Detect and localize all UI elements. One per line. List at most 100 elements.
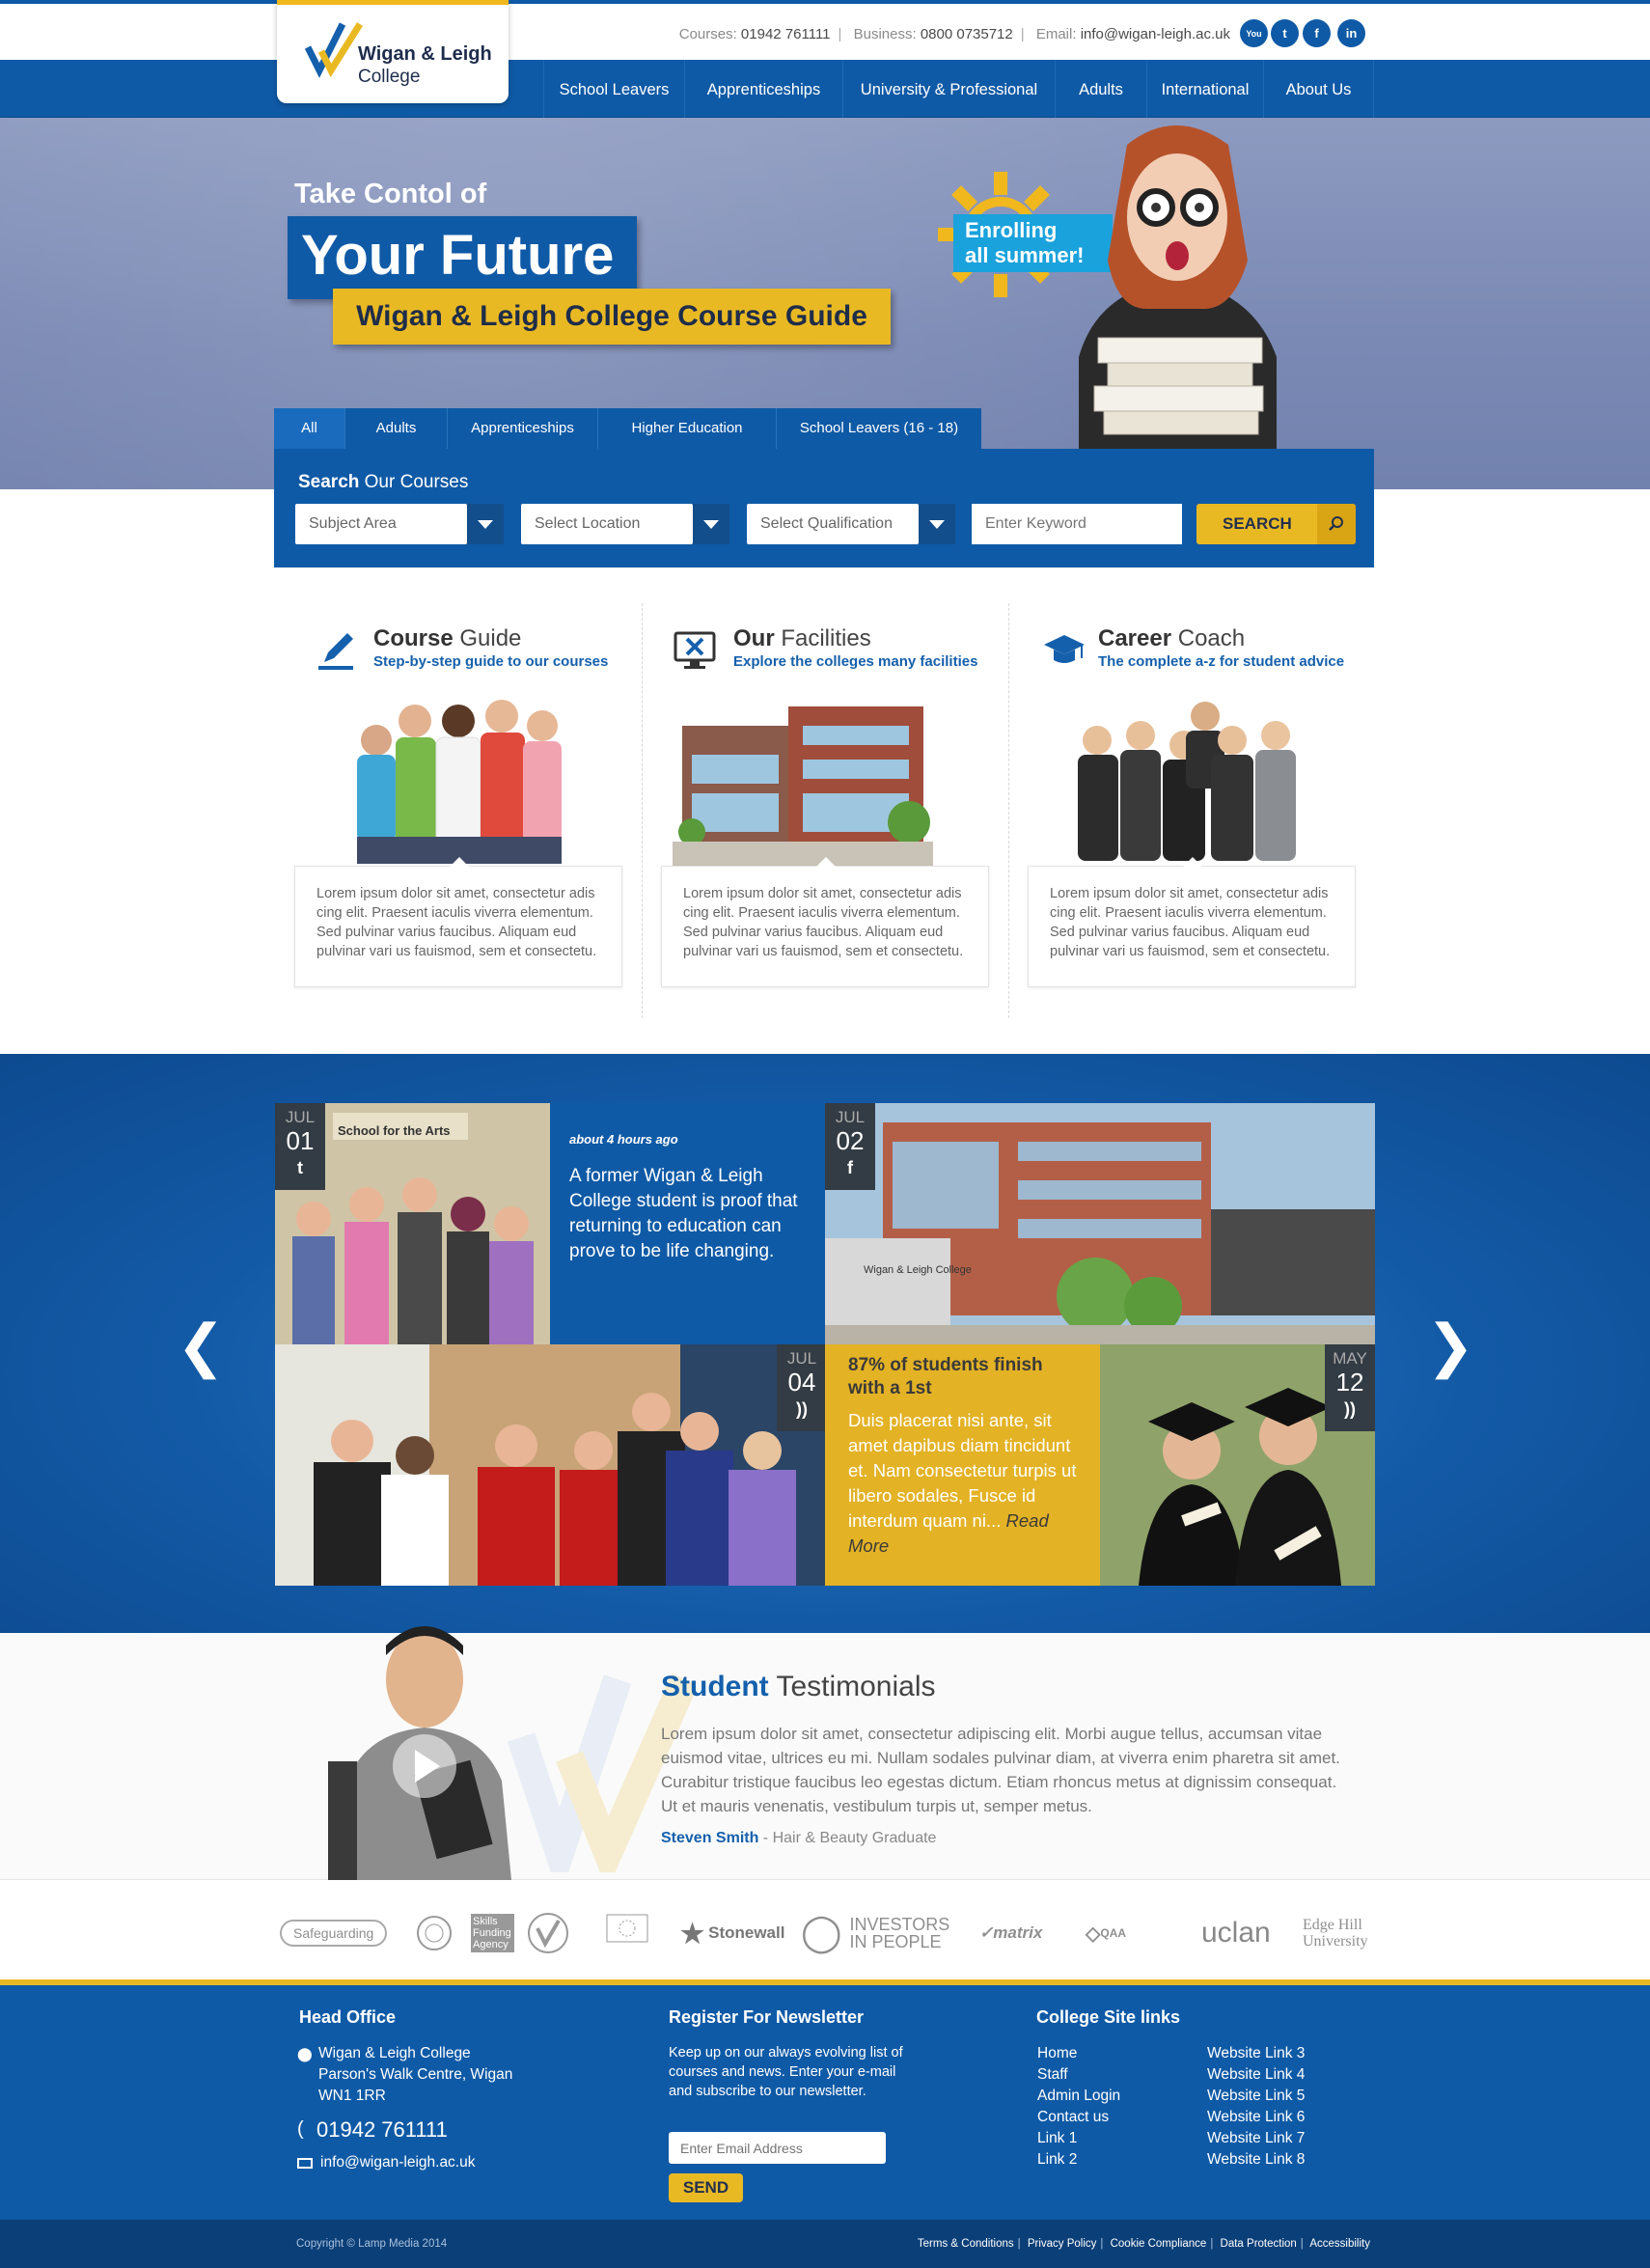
tab-all[interactable]: All [274, 408, 345, 449]
nav-university-professional[interactable]: University & Professional [842, 60, 1055, 118]
logo-line2: College [358, 67, 421, 87]
footer-website-link-4[interactable]: Website Link 4 [1207, 2064, 1305, 2086]
testimonial-text: Lorem ipsum dolor sit amet, consectetur … [661, 1725, 1340, 1815]
data-protection-link[interactable]: Data Protection [1221, 2238, 1297, 2250]
nav-apprenticeships[interactable]: Apprenticeships [684, 60, 842, 118]
footer-link-staff[interactable]: Staff [1037, 2064, 1120, 2086]
courses-label: Courses: [678, 26, 737, 42]
carousel-next-arrow-icon[interactable]: ❯ [1426, 1313, 1474, 1380]
feature-text-box: Lorem ipsum dolor sit amet, consectetur … [661, 857, 989, 987]
privacy-link[interactable]: Privacy Policy [1028, 2238, 1097, 2250]
facebook-icon[interactable]: f [1303, 19, 1331, 47]
feature-subtitle: Explore the colleges many facilities [733, 653, 978, 670]
check-icon: ✓ [979, 1923, 994, 1942]
newsletter-email-input[interactable] [669, 2132, 886, 2164]
envelope-icon [297, 2158, 313, 2169]
feature-subtitle: Step-by-step guide to our courses [373, 653, 609, 670]
email-label: Email: [1035, 26, 1077, 42]
newsletter-send-button[interactable]: SEND [669, 2173, 743, 2202]
student-with-books-image [1079, 125, 1277, 449]
testimonials-title: Student Testimonials [661, 1671, 936, 1702]
monitor-tools-icon [674, 631, 716, 669]
tweet-text: A former Wigan & Leigh College student i… [569, 1166, 798, 1261]
linkedin-icon[interactable]: in [1337, 19, 1365, 47]
hero-headline: Your Future [288, 216, 637, 299]
partner-logo-uclan[interactable]: uclan [1201, 1914, 1279, 1952]
terms-link[interactable]: Terms & Conditions [918, 2238, 1014, 2250]
business-phone[interactable]: 0800 0735712 [921, 26, 1013, 42]
search-button[interactable]: SEARCH [1196, 504, 1356, 544]
partner-eu-flag-icon [606, 1914, 648, 1943]
professionals-group-image [1078, 702, 1296, 861]
partner-logo-stonewall[interactable]: ★ Stonewall [680, 1914, 786, 1952]
partner-logo-qaa[interactable]: ◇ QAA [1086, 1914, 1143, 1952]
footer-link-home[interactable]: Home [1037, 2043, 1120, 2064]
partner-logo-investors[interactable]: ◯ INVESTORS IN PEOPLE [801, 1914, 955, 1952]
divider [1008, 603, 1009, 1018]
accessibility-link[interactable]: Accessibility [1309, 2238, 1370, 2250]
feature-title-career-coach[interactable]: Career Coach [1098, 625, 1245, 652]
footer-website-link-6[interactable]: Website Link 6 [1207, 2107, 1305, 2128]
tab-adults[interactable]: Adults [345, 408, 448, 449]
footer-website-link-7[interactable]: Website Link 7 [1207, 2128, 1305, 2149]
chevron-down-icon[interactable] [919, 504, 955, 544]
address: Wigan & Leigh College Parson's Walk Cent… [318, 2045, 513, 2104]
hero-subheadline[interactable]: Wigan & Leigh College Course Guide [333, 289, 891, 345]
location-select[interactable]: Select Location [521, 504, 693, 544]
twitter-icon[interactable]: t [1271, 19, 1299, 47]
feature-title-our-facilities[interactable]: Our Facilities [733, 625, 871, 652]
nav-international[interactable]: International [1146, 60, 1263, 118]
rss-icon: )) [1344, 1399, 1356, 1419]
partner-logo-skills-funding[interactable]: Skills Funding Agency [471, 1914, 514, 1952]
qualification-select[interactable]: Select Qualification [747, 504, 919, 544]
testimonial-author: Steven Smith - Hair & Beauty Graduate [661, 1830, 937, 1846]
news-photo-building[interactable] [825, 1103, 1375, 1344]
business-label: Business: [853, 26, 917, 42]
contact-info: Courses: 01942 761111 | Business: 0800 07… [678, 26, 1230, 42]
student-video-thumbnail[interactable] [309, 1607, 540, 1880]
footer-link-admin-login[interactable]: Admin Login [1037, 2086, 1120, 2107]
news-story-tile[interactable]: 87% of students finish with a 1st Duis p… [825, 1344, 1100, 1586]
footer-phone[interactable]: 01942 761111 [316, 2117, 448, 2143]
newsletter-text: Keep up on our always evolving list of c… [669, 2045, 903, 2099]
courses-phone[interactable]: 01942 761111 [741, 26, 831, 42]
tab-school-leavers[interactable]: School Leavers (16 - 18) [777, 408, 981, 449]
chevron-down-icon[interactable] [693, 504, 729, 544]
youtube-icon[interactable]: You [1240, 19, 1268, 47]
partner-logo-edge-hill[interactable]: Edge Hill University [1303, 1914, 1385, 1952]
feature-text-box: Lorem ipsum dolor sit amet, consectetur … [1028, 857, 1356, 987]
footer-website-link-5[interactable]: Website Link 5 [1207, 2086, 1305, 2107]
college-logo[interactable]: Wigan & Leigh College [277, 0, 509, 103]
bottom-bar [0, 2220, 1650, 2268]
partner-logo-matrix[interactable]: ✓ matrix [979, 1914, 1066, 1952]
tab-higher-education[interactable]: Higher Education [598, 408, 777, 449]
location-pin-icon: ⬤ [297, 2046, 313, 2061]
footer-website-link-3[interactable]: Website Link 3 [1207, 2043, 1305, 2064]
nav-about-us[interactable]: About Us [1263, 60, 1374, 118]
chevron-down-icon[interactable] [467, 504, 504, 544]
keyword-input[interactable] [972, 504, 1182, 544]
footer-website-link-8[interactable]: Website Link 8 [1207, 2149, 1305, 2171]
subject-area-select[interactable]: Subject Area [295, 504, 467, 544]
header-email-link[interactable]: info@wigan-leigh.ac.uk [1081, 26, 1230, 42]
tab-apprenticeships[interactable]: Apprenticeships [448, 408, 598, 449]
cookie-link[interactable]: Cookie Compliance [1111, 2238, 1207, 2250]
feature-title-course-guide[interactable]: Course Guide [373, 625, 521, 652]
graduation-cap-icon [1044, 635, 1085, 663]
facebook-icon: f [847, 1158, 853, 1177]
carousel-prev-arrow-icon[interactable]: ❮ [177, 1313, 225, 1380]
pencil-icon [318, 633, 353, 670]
footer-email-link[interactable]: info@wigan-leigh.ac.uk [320, 2152, 476, 2173]
feature-text-box: Lorem ipsum dolor sit amet, consectetur … [294, 857, 622, 987]
nav-adults[interactable]: Adults [1055, 60, 1146, 118]
footer-link-contact[interactable]: Contact us [1037, 2107, 1120, 2128]
copyright: Copyright © Lamp Media 2014 [296, 2238, 448, 2250]
nav-school-leavers[interactable]: School Leavers [543, 60, 684, 118]
site-links-col1: Home Staff Admin Login Contact us Link 1… [1037, 2043, 1120, 2171]
news-photo-group[interactable] [275, 1344, 825, 1586]
partner-logo-safeguarding[interactable]: Safeguarding [280, 1914, 396, 1952]
footer-link-1[interactable]: Link 1 [1037, 2128, 1120, 2149]
news-tweet-tile[interactable]: about 4 hours ago A former Wigan & Leigh… [550, 1103, 825, 1344]
footer-link-2[interactable]: Link 2 [1037, 2149, 1120, 2171]
story-title: 87% of students finish with a 1st [848, 1355, 1043, 1398]
